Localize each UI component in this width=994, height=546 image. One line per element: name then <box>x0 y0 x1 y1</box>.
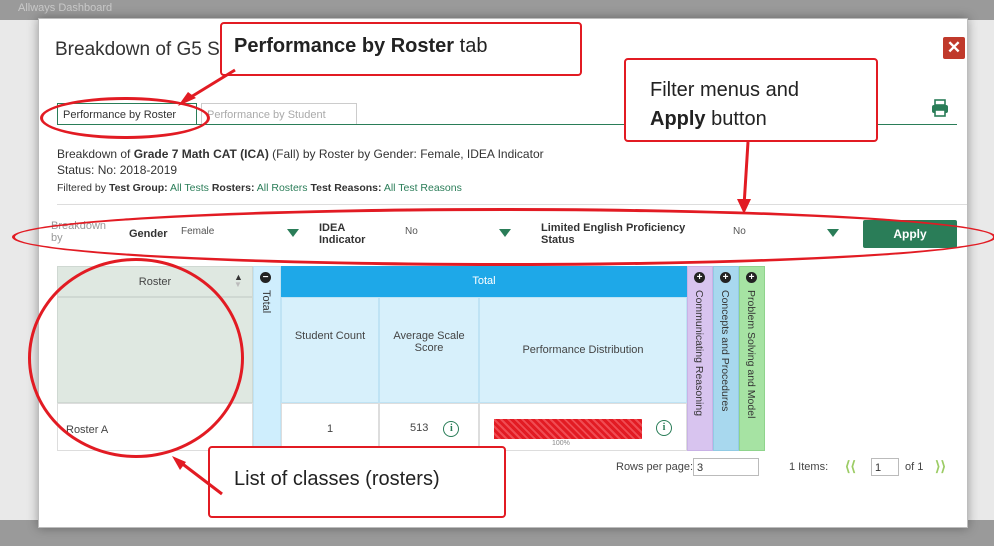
callout-arrows <box>172 68 751 496</box>
